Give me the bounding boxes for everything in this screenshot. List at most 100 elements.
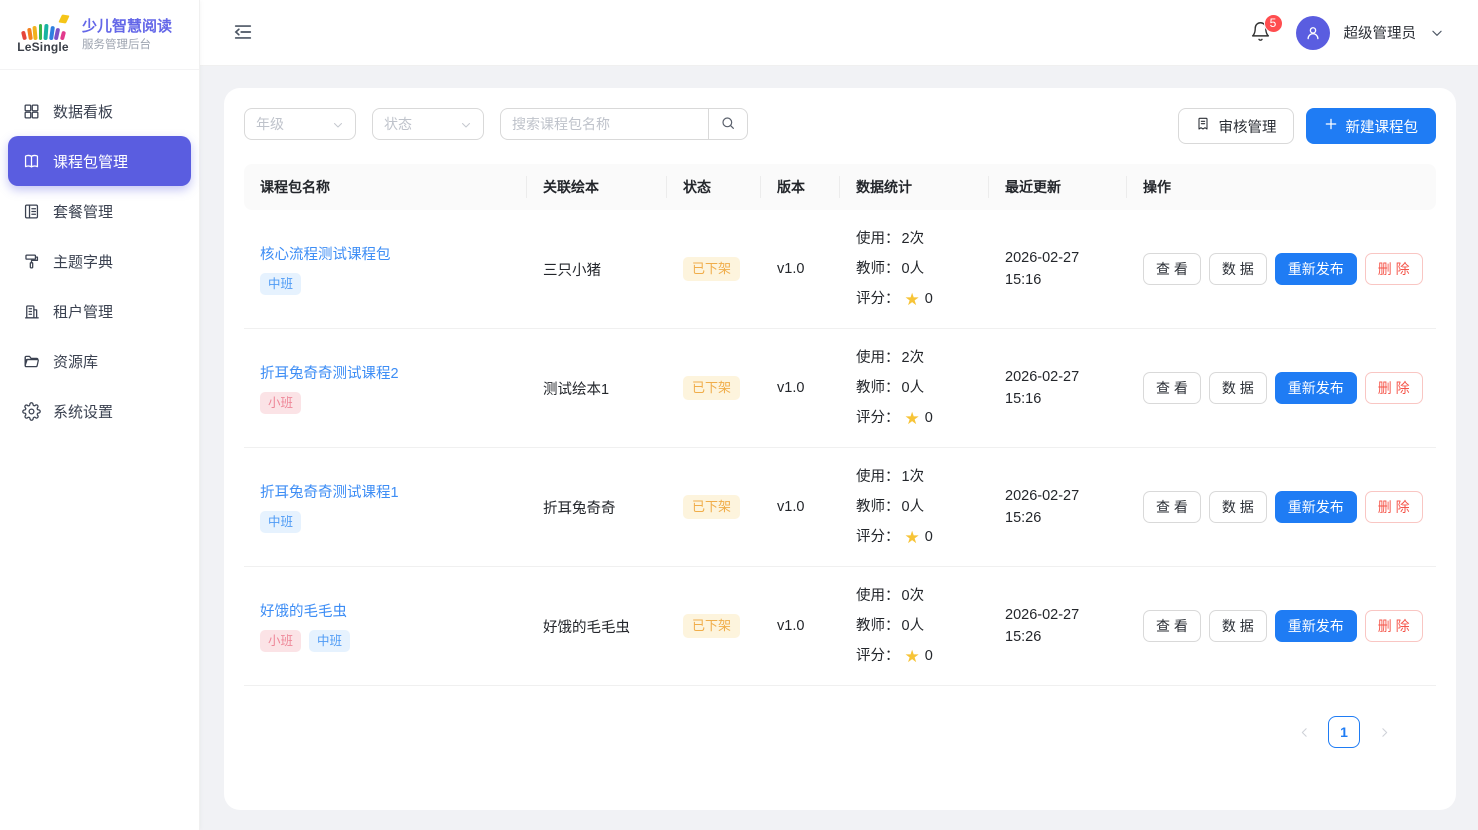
column-header-status: 状态 bbox=[667, 164, 761, 210]
data-button[interactable]: 数 据 bbox=[1209, 610, 1267, 642]
grade-tags: 小班 bbox=[260, 392, 511, 414]
package-name-link[interactable]: 好饿的毛毛虫 bbox=[260, 600, 347, 621]
logo-spark bbox=[58, 14, 69, 23]
column-header-stats: 数据统计 bbox=[840, 164, 989, 210]
rating-stat: 评分：★0 bbox=[856, 641, 973, 671]
teacher-stat: 教师：0人 bbox=[856, 373, 973, 403]
delete-button[interactable]: 删 除 bbox=[1365, 491, 1423, 523]
star-icon: ★ bbox=[905, 291, 920, 308]
sidebar-item-label: 数据看板 bbox=[53, 101, 113, 122]
status-badge: 已下架 bbox=[683, 614, 740, 638]
user-name[interactable]: 超级管理员 bbox=[1344, 22, 1417, 43]
filter-bar: 年级 状态 bbox=[244, 108, 1436, 144]
sidebar-menu: 数据看板 课程包管理 套餐管理 主题字典 租户管理 bbox=[0, 70, 199, 436]
chevron-down-icon[interactable] bbox=[1430, 26, 1444, 40]
audit-manage-button[interactable]: 审核管理 bbox=[1178, 108, 1294, 144]
view-button[interactable]: 查 看 bbox=[1143, 610, 1201, 642]
create-package-button[interactable]: 新建课程包 bbox=[1306, 108, 1437, 144]
republish-button[interactable]: 重新发布 bbox=[1275, 372, 1357, 404]
search-button[interactable] bbox=[708, 108, 748, 140]
search-input[interactable] bbox=[500, 108, 708, 140]
sidebar-item-resources[interactable]: 资源库 bbox=[8, 336, 191, 386]
teacher-stat: 教师：0人 bbox=[856, 611, 973, 641]
usage-stat: 使用：0次 bbox=[856, 581, 973, 611]
package-name-link[interactable]: 折耳兔奇奇测试课程2 bbox=[260, 362, 399, 383]
star-icon: ★ bbox=[905, 648, 920, 665]
data-button[interactable]: 数 据 bbox=[1209, 253, 1267, 285]
sidebar-item-tenants[interactable]: 租户管理 bbox=[8, 286, 191, 336]
plus-icon bbox=[1324, 117, 1338, 135]
view-button[interactable]: 查 看 bbox=[1143, 253, 1201, 285]
star-icon: ★ bbox=[905, 529, 920, 546]
table-header-row: 课程包名称 关联绘本 状态 版本 数据统计 最近更新 操作 bbox=[244, 164, 1436, 210]
pagination-page-1[interactable]: 1 bbox=[1328, 716, 1360, 748]
updated-at: 2026-02-27 15:26 bbox=[989, 567, 1127, 686]
package-name-link[interactable]: 折耳兔奇奇测试课程1 bbox=[260, 481, 399, 502]
course-package-table: 课程包名称 关联绘本 状态 版本 数据统计 最近更新 操作 核心流程测试课程包 … bbox=[244, 164, 1436, 686]
sidebar-item-theme-dictionary[interactable]: 主题字典 bbox=[8, 236, 191, 286]
grade-tag: 小班 bbox=[260, 392, 301, 414]
grade-select[interactable]: 年级 bbox=[244, 108, 356, 140]
avatar[interactable] bbox=[1296, 16, 1330, 50]
republish-button[interactable]: 重新发布 bbox=[1275, 253, 1357, 285]
status-badge: 已下架 bbox=[683, 376, 740, 400]
audit-manage-label: 审核管理 bbox=[1219, 116, 1277, 137]
data-button[interactable]: 数 据 bbox=[1209, 372, 1267, 404]
table-body: 核心流程测试课程包 中班 三只小猪 已下架 v1.0 使用：2次 教师：0人 评… bbox=[244, 210, 1436, 686]
sidebar-item-label: 资源库 bbox=[53, 351, 98, 372]
republish-button[interactable]: 重新发布 bbox=[1275, 610, 1357, 642]
grade-tag: 中班 bbox=[260, 511, 301, 533]
data-button[interactable]: 数 据 bbox=[1209, 491, 1267, 523]
updated-at: 2026-02-27 15:16 bbox=[989, 329, 1127, 448]
create-package-label: 新建课程包 bbox=[1346, 116, 1419, 137]
version-text: v1.0 bbox=[761, 210, 840, 329]
view-button[interactable]: 查 看 bbox=[1143, 491, 1201, 523]
column-header-updated: 最近更新 bbox=[989, 164, 1127, 210]
status-badge: 已下架 bbox=[683, 495, 740, 519]
sidebar-item-label: 租户管理 bbox=[53, 301, 113, 322]
lesingle-logo-icon bbox=[22, 16, 64, 40]
sidebar-item-course-packages[interactable]: 课程包管理 bbox=[8, 136, 191, 186]
view-button[interactable]: 查 看 bbox=[1143, 372, 1201, 404]
teacher-stat: 教师：0人 bbox=[856, 492, 973, 522]
usage-stat: 使用：2次 bbox=[856, 224, 973, 254]
delete-button[interactable]: 删 除 bbox=[1365, 372, 1423, 404]
book-icon bbox=[22, 152, 41, 171]
book-name: 折耳兔奇奇 bbox=[527, 448, 667, 567]
sidebar-item-settings[interactable]: 系统设置 bbox=[8, 386, 191, 436]
delete-button[interactable]: 删 除 bbox=[1365, 610, 1423, 642]
sidebar-item-label: 套餐管理 bbox=[53, 201, 113, 222]
book-name: 测试绘本1 bbox=[527, 329, 667, 448]
sidebar-item-plans[interactable]: 套餐管理 bbox=[8, 186, 191, 236]
book-name: 三只小猪 bbox=[527, 210, 667, 329]
content-card: 年级 状态 bbox=[224, 88, 1456, 810]
audit-icon bbox=[1195, 116, 1211, 136]
grade-select-placeholder: 年级 bbox=[256, 114, 284, 134]
sidebar-item-dashboard[interactable]: 数据看板 bbox=[8, 86, 191, 136]
pagination-next-icon[interactable] bbox=[1370, 718, 1398, 746]
status-select-placeholder: 状态 bbox=[384, 114, 412, 134]
menu-fold-icon[interactable] bbox=[232, 21, 256, 45]
search-icon bbox=[720, 115, 736, 134]
package-list-icon bbox=[22, 202, 41, 221]
package-name-link[interactable]: 核心流程测试课程包 bbox=[260, 243, 391, 264]
rating-stat: 评分：★0 bbox=[856, 284, 973, 314]
brand-logo: LeSingle bbox=[14, 16, 72, 54]
notification-bell-icon[interactable]: 5 bbox=[1250, 21, 1274, 45]
version-text: v1.0 bbox=[761, 329, 840, 448]
pagination-prev-icon[interactable] bbox=[1290, 718, 1318, 746]
delete-button[interactable]: 删 除 bbox=[1365, 253, 1423, 285]
table-row: 折耳兔奇奇测试课程2 小班 测试绘本1 已下架 v1.0 使用：2次 教师：0人… bbox=[244, 329, 1436, 448]
republish-button[interactable]: 重新发布 bbox=[1275, 491, 1357, 523]
teacher-stat: 教师：0人 bbox=[856, 254, 973, 284]
app-title: 少儿智慧阅读 bbox=[82, 17, 172, 37]
main-content: 年级 状态 bbox=[200, 66, 1478, 830]
grade-tags: 中班 bbox=[260, 511, 511, 533]
grade-tag: 中班 bbox=[309, 630, 350, 652]
grade-tag: 中班 bbox=[260, 273, 301, 295]
status-select[interactable]: 状态 bbox=[372, 108, 484, 140]
rating-stat: 评分：★0 bbox=[856, 522, 973, 552]
column-header-book: 关联绘本 bbox=[527, 164, 667, 210]
topbar: 5 超级管理员 bbox=[200, 0, 1478, 66]
sidebar: LeSingle 少儿智慧阅读 服务管理后台 数据看板 课程包管理 套餐管理 bbox=[0, 0, 200, 830]
